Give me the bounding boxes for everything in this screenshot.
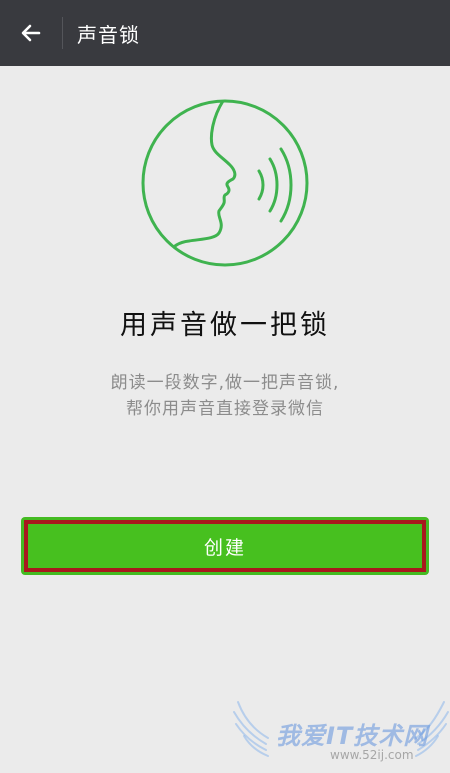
headline: 用声音做一把锁 xyxy=(120,310,330,341)
watermark-url: www.52ij.com xyxy=(330,748,414,762)
header-divider xyxy=(62,17,63,49)
page-title: 声音锁 xyxy=(77,22,140,47)
arrow-left-icon xyxy=(21,24,41,42)
top-navigation-bar: 声音锁 xyxy=(0,0,450,66)
voice-face-icon xyxy=(141,99,309,267)
watermark-text: 我爱IT技术网 xyxy=(276,722,429,750)
description-line-2: 帮你用声音直接登录微信 xyxy=(126,399,324,419)
description-line-1: 朗读一段数字,做一把声音锁, xyxy=(110,373,340,393)
create-button[interactable]: 创建 xyxy=(24,520,426,572)
site-watermark: 我爱IT技术网 www.52ij.com xyxy=(232,696,450,773)
back-button[interactable] xyxy=(0,0,62,66)
create-button-container: 创建 xyxy=(21,517,429,575)
